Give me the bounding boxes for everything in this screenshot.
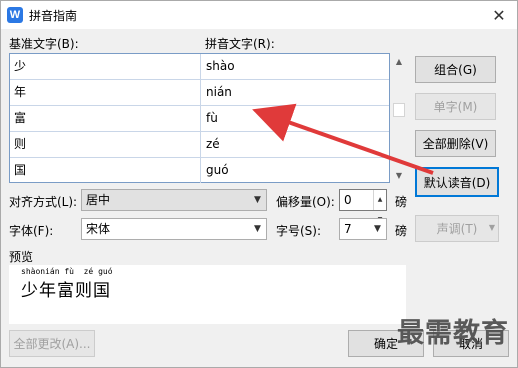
close-icon: ✕: [492, 5, 506, 25]
preview-text: 少年富则国: [21, 281, 111, 301]
base-char-cell[interactable]: 则: [10, 132, 201, 157]
base-char-cell[interactable]: 富: [10, 106, 201, 131]
chevron-down-icon: ▼: [374, 224, 381, 234]
size-value: 7: [344, 222, 352, 236]
chevron-down-icon: ▼: [254, 195, 261, 205]
offset-label: 偏移量(O):: [276, 195, 335, 209]
title-bar: W 拼音指南 ✕: [1, 1, 517, 29]
close-button[interactable]: ✕: [489, 5, 509, 25]
pinyin-cell[interactable]: fù: [202, 106, 388, 131]
size-unit: 磅: [395, 224, 408, 238]
pinyin-table: 少 shào 年 nián 富 fù 则 zé 国 guó: [9, 53, 390, 183]
window-title: 拼音指南: [29, 8, 78, 23]
size-select[interactable]: 7 ▼: [339, 218, 387, 240]
pinyin-guide-dialog: W 拼音指南 ✕ 基准文字(B): 拼音文字(R): 少 shào 年 nián…: [0, 0, 518, 368]
table-row: 富 fù: [10, 106, 389, 132]
default-reading-button[interactable]: 默认读音(D): [415, 167, 499, 197]
spin-up-icon[interactable]: ▲: [378, 190, 383, 210]
tone-button[interactable]: 声调(T) ▼: [415, 215, 499, 242]
spin-buttons[interactable]: ▲ ▼: [373, 190, 386, 223]
preview-pinyin: shàonián fù zé guó: [21, 267, 113, 276]
pinyin-cell[interactable]: zé: [202, 132, 388, 157]
font-value: 宋体: [86, 222, 111, 236]
change-all-button[interactable]: 全部更改(A)...: [9, 330, 95, 357]
scroll-down-icon[interactable]: ▼: [391, 167, 407, 183]
base-char-cell[interactable]: 少: [10, 54, 201, 79]
pinyin-cell[interactable]: shào: [202, 54, 388, 79]
table-row: 则 zé: [10, 132, 389, 158]
table-row: 年 nián: [10, 80, 389, 106]
watermark-logo: 最需教育: [397, 318, 509, 349]
table-row: 国 guó: [10, 158, 389, 184]
pinyin-cell[interactable]: nián: [202, 80, 388, 105]
single-char-button[interactable]: 单字(M): [415, 93, 496, 120]
wps-app-icon: W: [7, 7, 23, 23]
scroll-thumb[interactable]: [393, 103, 405, 117]
table-scrollbar[interactable]: ▲ ▼: [391, 53, 407, 183]
alignment-select[interactable]: 居中 ▼: [81, 189, 267, 211]
offset-unit: 磅: [395, 195, 408, 209]
font-label: 字体(F):: [9, 224, 54, 238]
chevron-down-icon: ▼: [488, 223, 495, 232]
size-label: 字号(S):: [276, 224, 322, 238]
delete-all-button[interactable]: 全部删除(V): [415, 130, 496, 157]
base-text-header: 基准文字(B):: [9, 37, 79, 51]
alignment-value: 居中: [86, 193, 111, 207]
preview-label: 预览: [9, 250, 34, 264]
pinyin-text-header: 拼音文字(R):: [205, 37, 275, 51]
offset-spinner[interactable]: 0 ▲ ▼: [339, 189, 387, 223]
base-char-cell[interactable]: 国: [10, 158, 201, 183]
base-char-cell[interactable]: 年: [10, 80, 201, 105]
alignment-label: 对齐方式(L):: [9, 195, 78, 209]
combine-button[interactable]: 组合(G): [415, 56, 496, 83]
tone-label: 声调(T): [436, 222, 478, 236]
chevron-down-icon: ▼: [254, 224, 261, 234]
preview-box: shàonián fù zé guó 少年富则国: [9, 265, 406, 324]
offset-value: 0: [344, 193, 352, 207]
scroll-up-icon[interactable]: ▲: [391, 53, 407, 69]
table-row: 少 shào: [10, 54, 389, 80]
font-select[interactable]: 宋体 ▼: [81, 218, 267, 240]
pinyin-cell[interactable]: guó: [202, 158, 388, 183]
